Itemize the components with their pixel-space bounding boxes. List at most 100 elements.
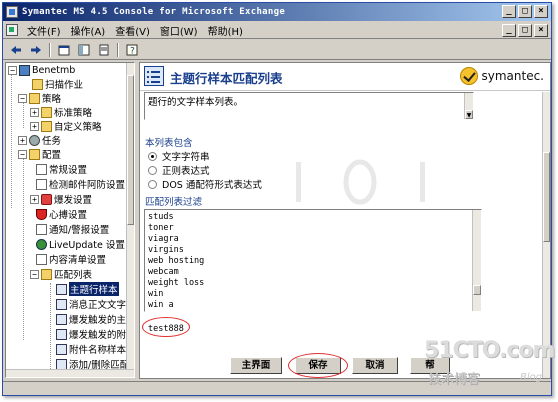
list-item[interactable]: web hosting	[148, 256, 204, 267]
mdi-close-button[interactable]: ×	[534, 24, 548, 37]
tree-item-general-settings[interactable]: 常规设置	[36, 162, 87, 176]
match-list-box[interactable]: studs toner viagra virgins web hosting w…	[144, 209, 482, 312]
tree-scrollbar[interactable]	[126, 63, 134, 377]
save-button[interactable]: 保存	[295, 357, 341, 374]
collapse-icon[interactable]: −	[18, 93, 27, 103]
list-item-new[interactable]: test888	[148, 324, 184, 335]
radio-regex[interactable]: 正则表达式	[148, 163, 210, 177]
menu-help[interactable]: 帮助(H)	[203, 23, 248, 38]
description-text: 题行的文字样本列表。	[148, 97, 244, 108]
site-watermark-sub: 技术博客	[428, 372, 481, 387]
tree-item-outbreak-attachment[interactable]: 爆发触发的附	[56, 327, 126, 341]
toolbar: ?	[3, 40, 551, 60]
site-watermark: 51CTO.com	[424, 338, 555, 363]
menu-action[interactable]: 操作(A)	[66, 23, 111, 38]
list-icon	[144, 66, 164, 86]
menu-window[interactable]: 窗口(W)	[155, 23, 203, 38]
description-scrollbar[interactable]: ▼	[464, 93, 473, 119]
tree-item-mail-detection[interactable]: 检测邮件阿防设置	[36, 177, 125, 191]
gear-icon	[29, 134, 40, 146]
brand-text: symantec.	[481, 69, 544, 83]
close-button[interactable]: ×	[534, 5, 548, 18]
properties-icon[interactable]	[95, 42, 113, 58]
console-tree[interactable]: − Benetmb 扫描作业 − 策略 + 标准策略 + 自定义策略 + 任务 …	[5, 62, 135, 378]
pane-scrollbar[interactable]	[542, 92, 550, 378]
list-scrollbar[interactable]	[472, 210, 481, 311]
folder-icon	[32, 78, 43, 90]
tree-item-standard-policies[interactable]: + 标准策略	[30, 105, 92, 119]
tree-item-tasks[interactable]: + 任务	[18, 133, 61, 147]
server-icon	[19, 64, 30, 76]
page-title: 主题行样本匹配列表	[170, 71, 283, 86]
list-item[interactable]: virgins	[148, 245, 184, 256]
list-item[interactable]: viagra	[148, 234, 179, 245]
tree-item-root[interactable]: − Benetmb	[8, 63, 75, 77]
tree-item-heartbeat[interactable]: 心搏设置	[36, 207, 87, 221]
radio-unchecked-icon[interactable]	[148, 179, 157, 189]
expand-icon[interactable]: +	[30, 121, 39, 131]
minimize-button[interactable]: _	[502, 5, 516, 18]
tree-item-body-text[interactable]: 消息正文文字	[56, 297, 126, 311]
app-icon	[6, 6, 18, 18]
expand-icon[interactable]: +	[30, 194, 39, 204]
title-bar[interactable]: Symantec MS 4.5 Console for Microsoft Ex…	[3, 3, 551, 21]
list-item[interactable]: win	[148, 289, 163, 300]
tree-hscrollbar[interactable]	[6, 369, 134, 377]
main-interface-button[interactable]: 主界面	[230, 357, 282, 374]
folder-icon	[41, 268, 52, 280]
list-icon	[56, 343, 67, 355]
list-icon	[56, 298, 67, 310]
console-icon[interactable]	[6, 24, 18, 36]
section-contains-label: 本列表包含	[145, 138, 193, 149]
svg-text:?: ?	[130, 46, 135, 56]
folder-icon	[41, 120, 52, 132]
description-textbox[interactable]: 题行的文字样本列表。 ▼	[144, 92, 474, 120]
brand-logo: symantec.	[460, 67, 544, 85]
tree-item-notifications[interactable]: 通知/警报设置	[36, 222, 109, 236]
list-item[interactable]: xxx	[148, 311, 163, 312]
console-tree-icon[interactable]	[75, 42, 93, 58]
list-icon	[56, 328, 67, 340]
collapse-icon[interactable]: −	[18, 149, 27, 159]
list-item[interactable]: webcam	[148, 267, 179, 278]
radio-unchecked-icon[interactable]	[148, 165, 157, 175]
menu-view[interactable]: 查看(V)	[110, 23, 155, 38]
menu-file[interactable]: 文件(F)	[22, 23, 66, 38]
main-window: Symantec MS 4.5 Console for Microsoft Ex…	[2, 2, 552, 396]
tree-item-match-lists[interactable]: − 匹配列表	[30, 267, 92, 281]
tree-item-outbreak-subject[interactable]: 爆发触发的主	[56, 312, 126, 326]
scroll-down-icon[interactable]: ▼	[465, 110, 473, 119]
tree-item-config[interactable]: − 配置	[18, 147, 61, 161]
tree-item-attachment-names[interactable]: 附件名称样本	[56, 342, 126, 356]
expand-icon[interactable]: +	[18, 135, 27, 145]
collapse-icon[interactable]: −	[30, 269, 39, 279]
radio-text-string[interactable]: 文字字符串	[148, 149, 210, 163]
doc-icon	[36, 178, 47, 190]
forward-icon[interactable]	[27, 42, 45, 58]
tree-item-liveupdate[interactable]: LiveUpdate 设置	[36, 237, 125, 251]
list-item[interactable]: studs	[148, 212, 174, 223]
maximize-button[interactable]: □	[518, 5, 532, 18]
tree-item-scan-jobs[interactable]: 扫描作业	[32, 77, 83, 91]
mdi-maximize-button[interactable]: □	[518, 24, 532, 37]
alert-icon	[41, 193, 52, 205]
back-icon[interactable]	[7, 42, 25, 58]
tree-item-policies[interactable]: − 策略	[18, 91, 61, 105]
help-icon[interactable]: ?	[123, 42, 141, 58]
tree-item-content-list[interactable]: 内容清单设置	[36, 252, 106, 266]
tree-item-outbreak-settings[interactable]: + 爆发设置	[30, 192, 92, 206]
list-item[interactable]: toner	[148, 223, 174, 234]
list-item[interactable]: win a	[148, 300, 174, 311]
collapse-icon[interactable]: −	[8, 65, 17, 75]
tree-item-subject-samples[interactable]: 主题行样本	[56, 282, 119, 296]
tree-item-custom-policies[interactable]: + 自定义策略	[30, 119, 102, 133]
list-item[interactable]: weight loss	[148, 278, 204, 289]
radio-dos-wildcard[interactable]: DOS 通配符形式表达式	[148, 177, 262, 191]
mdi-minimize-button[interactable]: _	[502, 24, 516, 37]
menu-bar: 文件(F) 操作(A) 查看(V) 窗口(W) 帮助(H) _ □ ×	[3, 22, 551, 39]
radio-checked-icon[interactable]	[148, 151, 157, 161]
up-icon[interactable]	[55, 42, 73, 58]
expand-icon[interactable]: +	[30, 107, 39, 117]
doc-icon	[36, 253, 47, 265]
cancel-button[interactable]: 取消	[352, 357, 398, 374]
